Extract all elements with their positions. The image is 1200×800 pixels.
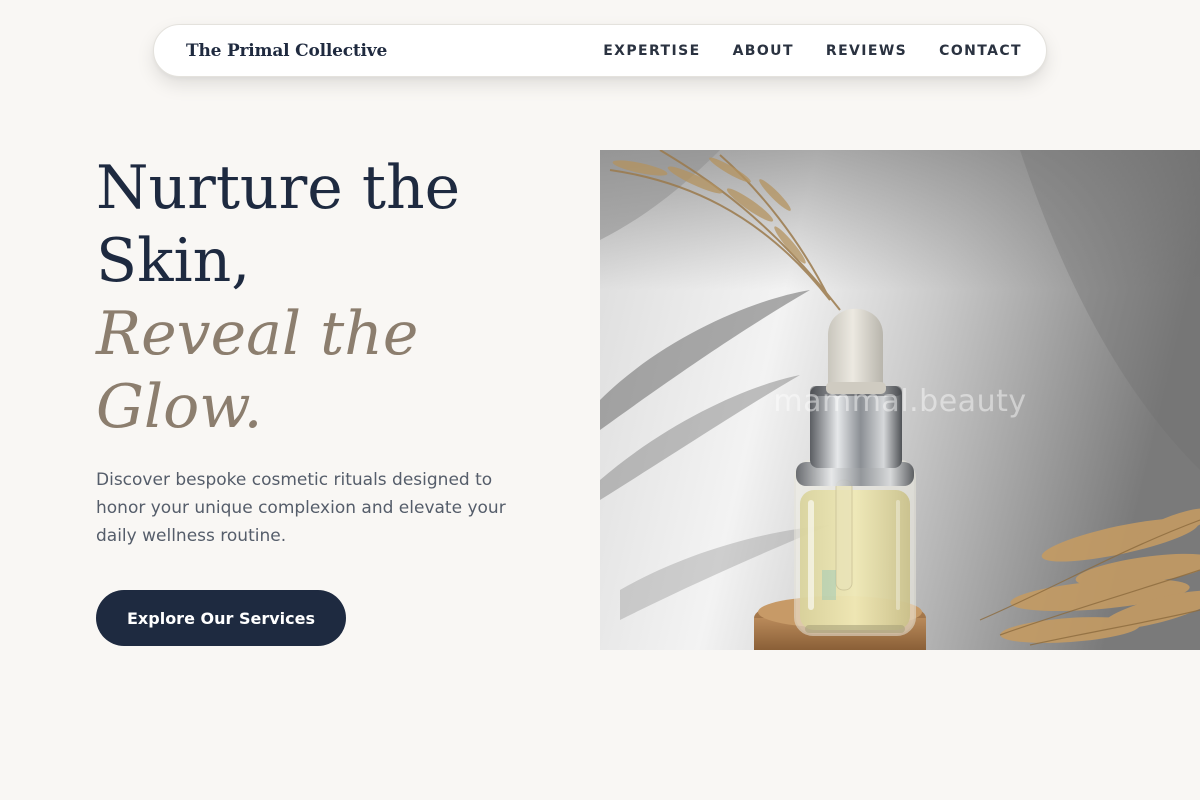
- brand-logo[interactable]: The Primal Collective: [186, 39, 387, 63]
- top-nav: The Primal Collective EXPERTISE ABOUT RE…: [153, 24, 1047, 77]
- nav-link-contact[interactable]: CONTACT: [939, 41, 1022, 61]
- hero-headline: Nurture the Skin, Reveal the Glow.: [96, 152, 566, 444]
- explore-services-button[interactable]: Explore Our Services: [96, 590, 346, 646]
- nav-link-expertise[interactable]: EXPERTISE: [603, 41, 700, 61]
- headline-line-2: Reveal the Glow.: [96, 299, 419, 442]
- headline-line-1: Nurture the Skin,: [96, 153, 461, 296]
- nav-links: EXPERTISE ABOUT REVIEWS CONTACT: [603, 41, 1022, 61]
- hero-product-image: mammal.beauty: [600, 150, 1200, 650]
- nav-link-reviews[interactable]: REVIEWS: [826, 41, 907, 61]
- hero-description: Discover bespoke cosmetic rituals design…: [96, 470, 506, 546]
- nav-link-about[interactable]: ABOUT: [733, 41, 794, 61]
- serum-bottle-illustration: [600, 150, 1200, 650]
- landing-page: The Primal Collective EXPERTISE ABOUT RE…: [0, 0, 1200, 800]
